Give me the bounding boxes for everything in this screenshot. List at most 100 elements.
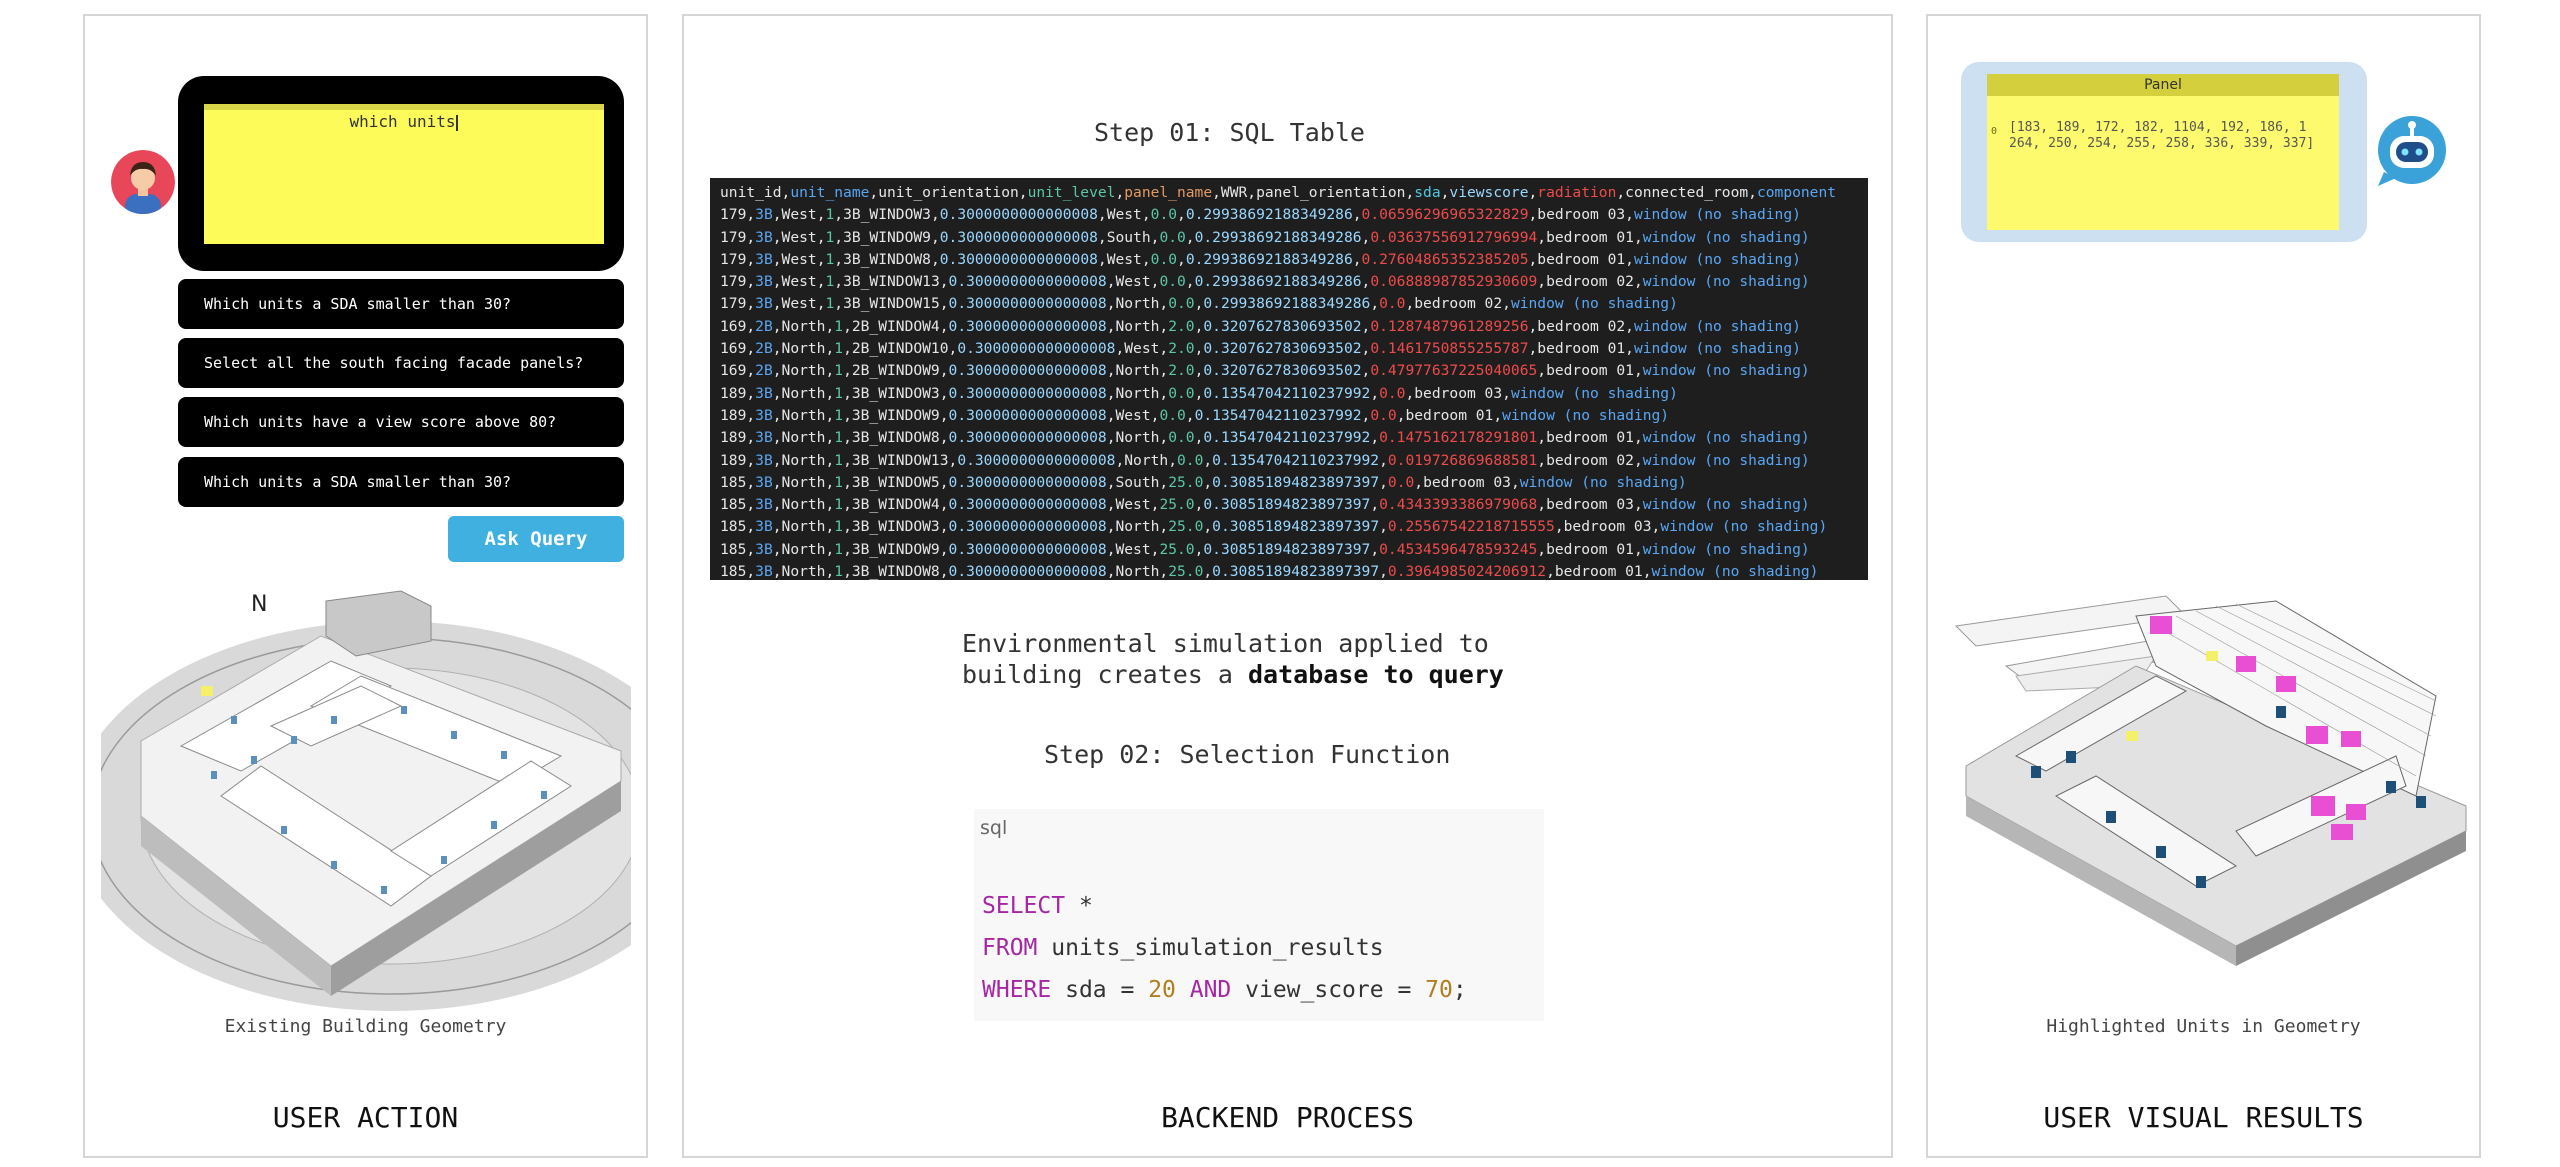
- table-separator: ,: [1625, 317, 1634, 335]
- chatbot-icon: [2378, 116, 2446, 186]
- table-cell: 3B: [755, 273, 773, 291]
- table-separator: ,: [1528, 317, 1538, 335]
- table-cell: 1: [834, 429, 844, 447]
- table-row: 189,3B,North,1,3B_WINDOW8,0.300000000000…: [720, 427, 1858, 449]
- table-cell: 0.47977637225040065: [1370, 362, 1538, 380]
- table-cell: 0.29938692188349286: [1203, 295, 1371, 313]
- table-cell: 0.0: [1177, 451, 1204, 469]
- highlighted-geometry-caption: Highlighted Units in Geometry: [2046, 1016, 2361, 1037]
- table-separator: ,: [825, 384, 835, 402]
- backend-title: BACKEND PROCESS: [1161, 1101, 1414, 1134]
- table-separator: ,: [843, 563, 852, 580]
- ask-query-button[interactable]: Ask Query: [448, 516, 624, 562]
- table-separator: ,: [1370, 496, 1380, 514]
- table-separator: ,: [843, 362, 852, 380]
- table-cell: window (no shading): [1502, 406, 1670, 424]
- table-separator: ,: [746, 250, 756, 268]
- table-separator: ,: [746, 317, 756, 335]
- table-cell: 0.03637556912796994: [1370, 228, 1538, 246]
- table-separator: ,: [772, 540, 782, 558]
- table-row: 185,3B,North,1,3B_WINDOW8,0.300000000000…: [720, 561, 1858, 580]
- suggestion-item[interactable]: Which units a SDA smaller than 30?: [178, 279, 624, 329]
- table-cell: North: [781, 451, 826, 469]
- table-separator: ,: [1633, 362, 1643, 380]
- table-header-row: unit_id,unit_name,unit_orientation,unit_…: [720, 182, 1858, 204]
- table-separator: ,: [1159, 563, 1169, 580]
- table-separator: ,: [772, 206, 782, 224]
- table-separator: ,: [1115, 340, 1125, 358]
- table-separator: ,: [1528, 184, 1538, 201]
- table-cell: West: [1106, 206, 1142, 224]
- query-input[interactable]: which units: [204, 104, 604, 244]
- suggestion-item[interactable]: Which units a SDA smaller than 30?: [178, 457, 624, 507]
- table-separator: ,: [825, 496, 835, 514]
- table-separator: ,: [1203, 563, 1213, 580]
- table-cell: North: [781, 340, 826, 358]
- table-cell: 3B_WINDOW8: [843, 250, 931, 268]
- suggestion-item[interactable]: Which units have a view score above 80?: [178, 397, 624, 447]
- table-cell: 169: [720, 362, 747, 380]
- table-cell: WWR: [1220, 184, 1248, 201]
- table-cell: 179: [720, 273, 747, 291]
- panel-result-index: 0: [1991, 126, 1998, 137]
- code-line-select: SELECT *: [982, 893, 1093, 919]
- table-cell: 0.3000000000000008: [948, 362, 1107, 380]
- table-separator: ,: [1633, 496, 1643, 514]
- table-cell: window (no shading): [1642, 540, 1810, 558]
- table-cell: 3B_WINDOW9: [843, 228, 931, 246]
- table-cell: North: [781, 317, 826, 335]
- table-cell: North: [781, 518, 826, 536]
- table-cell: 0.3964985024206912: [1387, 563, 1547, 580]
- table-cell: 0.1475162178291801: [1379, 429, 1538, 447]
- table-separator: ,: [746, 406, 756, 424]
- table-cell: North: [781, 362, 826, 380]
- table-separator: ,: [825, 429, 835, 447]
- table-cell: bedroom 03: [1546, 496, 1634, 514]
- table-cell: 1: [834, 473, 844, 491]
- table-cell: 1: [825, 295, 835, 313]
- table-separator: ,: [1537, 496, 1547, 514]
- table-cell: window (no shading): [1651, 563, 1819, 580]
- table-row: 179,3B,West,1,3B_WINDOW9,0.3000000000000…: [720, 227, 1858, 249]
- table-cell: bedroom 01: [1537, 250, 1626, 268]
- table-cell: 2B_WINDOW10: [851, 340, 949, 358]
- visual-results-panel: Panel 0 [183, 189, 172, 182, 1104, 192, …: [1926, 14, 2481, 1158]
- table-cell: 2B: [755, 340, 773, 358]
- svg-text:N: N: [251, 592, 267, 617]
- table-cell: 0.30851894823897397: [1212, 563, 1380, 580]
- table-cell: window (no shading): [1642, 273, 1810, 291]
- table-cell: 179: [720, 250, 747, 268]
- code-line-from: FROM units_simulation_results: [982, 935, 1384, 961]
- table-cell: 2B_WINDOW9: [851, 362, 940, 380]
- table-separator: ,: [772, 362, 782, 380]
- table-cell: 0.3000000000000008: [957, 340, 1116, 358]
- table-cell: 3B: [755, 384, 773, 402]
- table-cell: bedroom 02: [1537, 317, 1626, 335]
- table-cell: 0.3000000000000008: [948, 273, 1107, 291]
- table-separator: ,: [1115, 184, 1125, 201]
- table-cell: window (no shading): [1519, 473, 1687, 491]
- table-cell: 3B: [755, 206, 773, 224]
- table-separator: ,: [781, 184, 791, 201]
- table-separator: ,: [746, 451, 756, 469]
- table-cell: West: [1106, 250, 1142, 268]
- table-separator: ,: [772, 406, 782, 424]
- suggestion-item[interactable]: Select all the south facing facade panel…: [178, 338, 624, 388]
- table-cell: bedroom 02: [1546, 451, 1634, 469]
- table-separator: ,: [746, 295, 756, 313]
- table-separator: ,: [834, 228, 844, 246]
- table-cell: North: [1115, 429, 1160, 447]
- table-separator: ,: [772, 473, 782, 491]
- table-separator: ,: [746, 206, 756, 224]
- table-cell: 179: [720, 295, 747, 313]
- table-cell: 1: [825, 273, 835, 291]
- code-language-label: sql: [980, 817, 1008, 839]
- table-cell: unit_level: [1027, 184, 1116, 201]
- table-cell: 3B_WINDOW3: [851, 384, 940, 402]
- query-input-frame: which units: [178, 76, 624, 271]
- table-cell: 1: [834, 563, 844, 580]
- table-separator: ,: [939, 317, 949, 335]
- table-cell: 3B: [755, 473, 773, 491]
- table-separator: ,: [843, 496, 852, 514]
- table-separator: ,: [939, 518, 949, 536]
